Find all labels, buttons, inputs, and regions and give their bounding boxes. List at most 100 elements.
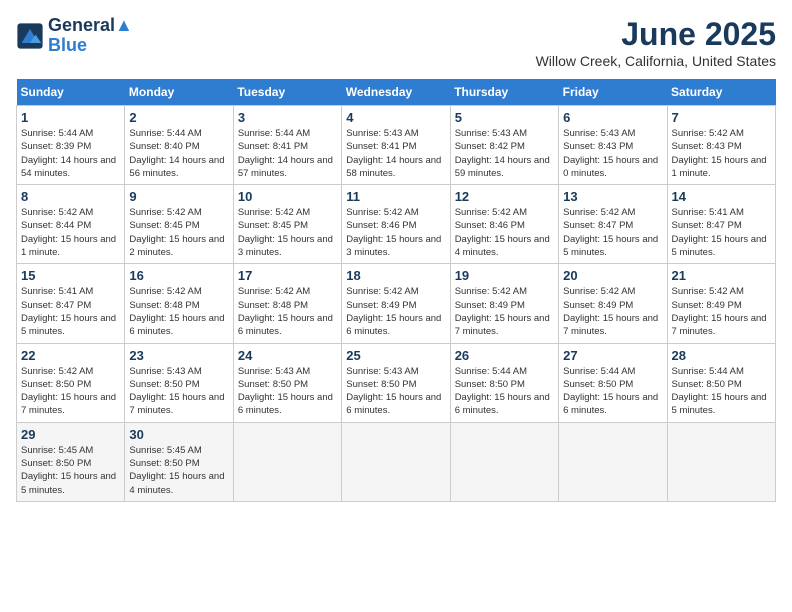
day-number: 28 xyxy=(672,348,771,363)
calendar-cell: 29 Sunrise: 5:45 AM Sunset: 8:50 PM Dayl… xyxy=(17,422,125,501)
day-number: 14 xyxy=(672,189,771,204)
sunrise-label: Sunrise: 5:41 AM xyxy=(672,207,744,218)
calendar-cell: 6 Sunrise: 5:43 AM Sunset: 8:43 PM Dayli… xyxy=(559,106,667,185)
daylight-label: Daylight: 15 hours and 5 minutes. xyxy=(563,234,658,258)
day-info: Sunrise: 5:44 AM Sunset: 8:41 PM Dayligh… xyxy=(238,127,337,180)
sunset-label: Sunset: 8:50 PM xyxy=(563,379,633,390)
day-info: Sunrise: 5:42 AM Sunset: 8:46 PM Dayligh… xyxy=(455,206,554,259)
sunrise-label: Sunrise: 5:43 AM xyxy=(455,128,527,139)
day-number: 12 xyxy=(455,189,554,204)
weekday-header-row: SundayMondayTuesdayWednesdayThursdayFrid… xyxy=(17,79,776,106)
sunrise-label: Sunrise: 5:42 AM xyxy=(672,286,744,297)
sunrise-label: Sunrise: 5:42 AM xyxy=(563,207,635,218)
sunset-label: Sunset: 8:40 PM xyxy=(129,141,199,152)
sunset-label: Sunset: 8:50 PM xyxy=(129,458,199,469)
calendar-cell: 26 Sunrise: 5:44 AM Sunset: 8:50 PM Dayl… xyxy=(450,343,558,422)
calendar-cell: 19 Sunrise: 5:42 AM Sunset: 8:49 PM Dayl… xyxy=(450,264,558,343)
calendar-cell: 17 Sunrise: 5:42 AM Sunset: 8:48 PM Dayl… xyxy=(233,264,341,343)
calendar-cell: 14 Sunrise: 5:41 AM Sunset: 8:47 PM Dayl… xyxy=(667,185,775,264)
sunrise-label: Sunrise: 5:43 AM xyxy=(129,366,201,377)
calendar-cell: 10 Sunrise: 5:42 AM Sunset: 8:45 PM Dayl… xyxy=(233,185,341,264)
daylight-label: Daylight: 15 hours and 3 minutes. xyxy=(238,234,333,258)
calendar-cell: 9 Sunrise: 5:42 AM Sunset: 8:45 PM Dayli… xyxy=(125,185,233,264)
day-info: Sunrise: 5:42 AM Sunset: 8:49 PM Dayligh… xyxy=(672,285,771,338)
title-area: June 2025 Willow Creek, California, Unit… xyxy=(536,16,776,69)
day-number: 20 xyxy=(563,268,662,283)
daylight-label: Daylight: 15 hours and 5 minutes. xyxy=(672,234,767,258)
sunset-label: Sunset: 8:49 PM xyxy=(672,300,742,311)
logo-text: General▲ Blue xyxy=(48,16,133,56)
day-info: Sunrise: 5:42 AM Sunset: 8:45 PM Dayligh… xyxy=(129,206,228,259)
daylight-label: Daylight: 15 hours and 5 minutes. xyxy=(21,313,116,337)
sunset-label: Sunset: 8:46 PM xyxy=(455,220,525,231)
calendar-cell: 21 Sunrise: 5:42 AM Sunset: 8:49 PM Dayl… xyxy=(667,264,775,343)
location-title: Willow Creek, California, United States xyxy=(536,53,776,69)
calendar-cell xyxy=(450,422,558,501)
sunrise-label: Sunrise: 5:42 AM xyxy=(238,286,310,297)
calendar-cell: 3 Sunrise: 5:44 AM Sunset: 8:41 PM Dayli… xyxy=(233,106,341,185)
calendar-cell: 24 Sunrise: 5:43 AM Sunset: 8:50 PM Dayl… xyxy=(233,343,341,422)
month-title: June 2025 xyxy=(536,16,776,53)
logo-icon xyxy=(16,22,44,50)
day-info: Sunrise: 5:42 AM Sunset: 8:49 PM Dayligh… xyxy=(563,285,662,338)
daylight-label: Daylight: 15 hours and 7 minutes. xyxy=(21,392,116,416)
day-number: 21 xyxy=(672,268,771,283)
sunrise-label: Sunrise: 5:42 AM xyxy=(346,207,418,218)
daylight-label: Daylight: 15 hours and 1 minute. xyxy=(672,155,767,179)
day-info: Sunrise: 5:42 AM Sunset: 8:49 PM Dayligh… xyxy=(346,285,445,338)
calendar-week-1: 1 Sunrise: 5:44 AM Sunset: 8:39 PM Dayli… xyxy=(17,106,776,185)
calendar-week-3: 15 Sunrise: 5:41 AM Sunset: 8:47 PM Dayl… xyxy=(17,264,776,343)
sunrise-label: Sunrise: 5:43 AM xyxy=(346,128,418,139)
sunrise-label: Sunrise: 5:42 AM xyxy=(21,366,93,377)
day-info: Sunrise: 5:42 AM Sunset: 8:48 PM Dayligh… xyxy=(238,285,337,338)
sunset-label: Sunset: 8:47 PM xyxy=(672,220,742,231)
calendar-week-5: 29 Sunrise: 5:45 AM Sunset: 8:50 PM Dayl… xyxy=(17,422,776,501)
day-info: Sunrise: 5:44 AM Sunset: 8:39 PM Dayligh… xyxy=(21,127,120,180)
daylight-label: Daylight: 14 hours and 57 minutes. xyxy=(238,155,333,179)
calendar-cell: 13 Sunrise: 5:42 AM Sunset: 8:47 PM Dayl… xyxy=(559,185,667,264)
day-number: 25 xyxy=(346,348,445,363)
daylight-label: Daylight: 14 hours and 56 minutes. xyxy=(129,155,224,179)
day-number: 22 xyxy=(21,348,120,363)
daylight-label: Daylight: 15 hours and 6 minutes. xyxy=(238,313,333,337)
calendar-cell xyxy=(667,422,775,501)
day-number: 30 xyxy=(129,427,228,442)
header: General▲ Blue June 2025 Willow Creek, Ca… xyxy=(16,16,776,69)
day-info: Sunrise: 5:43 AM Sunset: 8:50 PM Dayligh… xyxy=(129,365,228,418)
calendar-cell: 1 Sunrise: 5:44 AM Sunset: 8:39 PM Dayli… xyxy=(17,106,125,185)
day-info: Sunrise: 5:42 AM Sunset: 8:48 PM Dayligh… xyxy=(129,285,228,338)
day-info: Sunrise: 5:42 AM Sunset: 8:49 PM Dayligh… xyxy=(455,285,554,338)
day-number: 27 xyxy=(563,348,662,363)
daylight-label: Daylight: 15 hours and 3 minutes. xyxy=(346,234,441,258)
daylight-label: Daylight: 15 hours and 6 minutes. xyxy=(238,392,333,416)
calendar-cell: 5 Sunrise: 5:43 AM Sunset: 8:42 PM Dayli… xyxy=(450,106,558,185)
day-info: Sunrise: 5:42 AM Sunset: 8:50 PM Dayligh… xyxy=(21,365,120,418)
day-info: Sunrise: 5:41 AM Sunset: 8:47 PM Dayligh… xyxy=(672,206,771,259)
day-number: 17 xyxy=(238,268,337,283)
day-info: Sunrise: 5:43 AM Sunset: 8:41 PM Dayligh… xyxy=(346,127,445,180)
day-number: 18 xyxy=(346,268,445,283)
sunset-label: Sunset: 8:41 PM xyxy=(238,141,308,152)
day-number: 29 xyxy=(21,427,120,442)
day-number: 5 xyxy=(455,110,554,125)
weekday-header-saturday: Saturday xyxy=(667,79,775,106)
sunrise-label: Sunrise: 5:42 AM xyxy=(455,286,527,297)
sunset-label: Sunset: 8:41 PM xyxy=(346,141,416,152)
calendar-cell: 11 Sunrise: 5:42 AM Sunset: 8:46 PM Dayl… xyxy=(342,185,450,264)
daylight-label: Daylight: 15 hours and 6 minutes. xyxy=(129,313,224,337)
calendar-cell: 4 Sunrise: 5:43 AM Sunset: 8:41 PM Dayli… xyxy=(342,106,450,185)
daylight-label: Daylight: 15 hours and 6 minutes. xyxy=(346,313,441,337)
logo: General▲ Blue xyxy=(16,16,133,56)
sunset-label: Sunset: 8:44 PM xyxy=(21,220,91,231)
daylight-label: Daylight: 14 hours and 59 minutes. xyxy=(455,155,550,179)
day-info: Sunrise: 5:44 AM Sunset: 8:50 PM Dayligh… xyxy=(455,365,554,418)
daylight-label: Daylight: 15 hours and 7 minutes. xyxy=(672,313,767,337)
day-number: 9 xyxy=(129,189,228,204)
day-number: 2 xyxy=(129,110,228,125)
daylight-label: Daylight: 15 hours and 1 minute. xyxy=(21,234,116,258)
sunrise-label: Sunrise: 5:42 AM xyxy=(21,207,93,218)
sunset-label: Sunset: 8:43 PM xyxy=(672,141,742,152)
day-info: Sunrise: 5:45 AM Sunset: 8:50 PM Dayligh… xyxy=(21,444,120,497)
sunrise-label: Sunrise: 5:42 AM xyxy=(563,286,635,297)
day-number: 19 xyxy=(455,268,554,283)
